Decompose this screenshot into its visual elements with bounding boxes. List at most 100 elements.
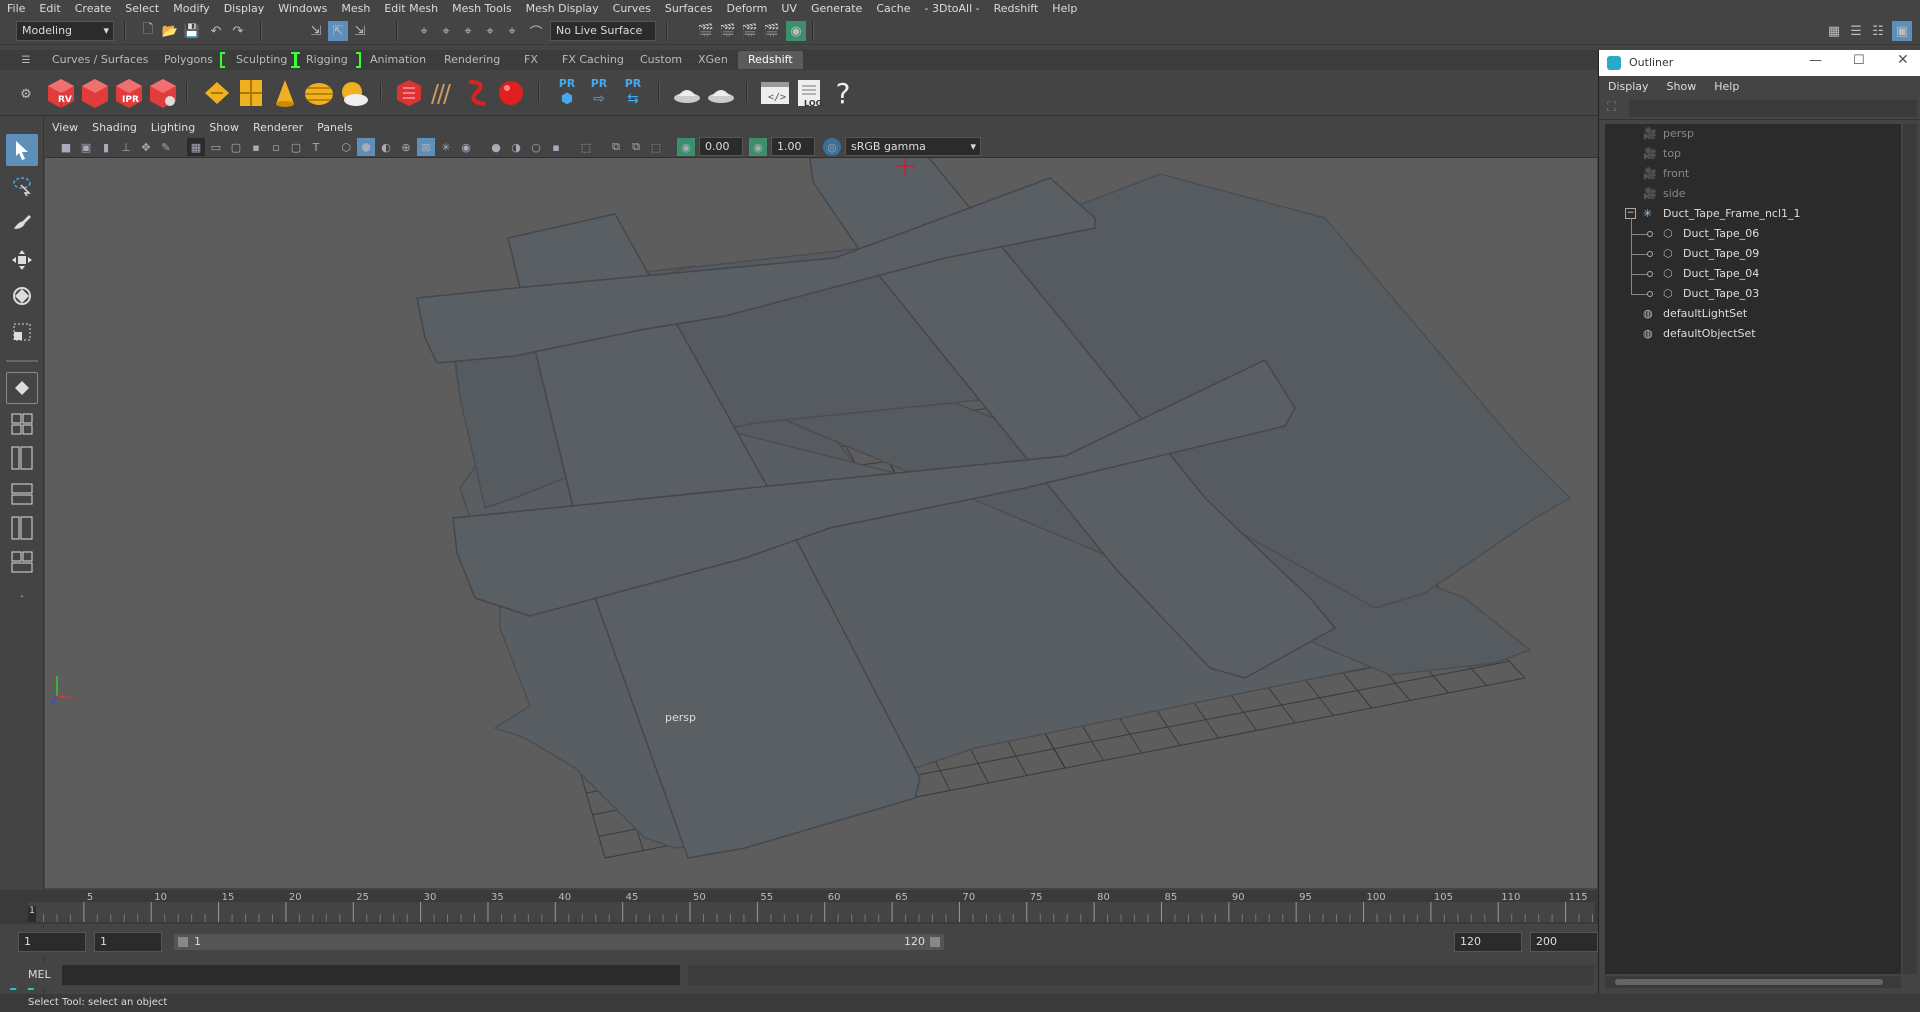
outliner-item[interactable]: − ✳ Duct_Tape_Frame_ncl1_1 [1605, 204, 1901, 224]
persp-node-layout-icon[interactable] [6, 514, 38, 542]
outliner-item[interactable]: 🎥 top [1605, 144, 1901, 164]
wireframe-on-shaded-icon[interactable]: ⊕ [397, 138, 415, 156]
single-perspective-layout-icon[interactable] [6, 372, 38, 404]
dome-light-icon[interactable] [302, 75, 336, 111]
render-current-frame-icon[interactable]: 🎬 [696, 21, 716, 41]
shelf-tab-rendering[interactable]: Rendering [434, 51, 510, 69]
outliner-menu-help[interactable]: Help [1705, 80, 1748, 93]
render-view-cube-icon[interactable]: RV [44, 75, 78, 111]
snap-vertex-icon[interactable]: ⌒ [526, 21, 546, 41]
shelf-settings-icon[interactable]: ⚙ [16, 84, 36, 104]
current-frame-marker[interactable]: 1 [28, 906, 36, 922]
viewport-menu-renderer[interactable]: Renderer [246, 121, 310, 134]
outliner-horizontal-scrollbar[interactable] [1605, 976, 1901, 988]
snap-grid-icon[interactable]: ⌖ [414, 21, 434, 41]
gamma-icon[interactable]: ◉ [749, 138, 767, 156]
viewport-menu-view[interactable]: View [45, 121, 85, 134]
safe-action-icon[interactable]: ▢ [287, 138, 305, 156]
menu-deform[interactable]: Deform [719, 0, 774, 17]
close-icon[interactable]: ✕ [1897, 52, 1909, 68]
menu-3dtoall[interactable]: - 3DtoAll - [918, 0, 987, 17]
motion-blur-icon[interactable]: ◑ [507, 138, 525, 156]
render-settings-cube-icon[interactable] [146, 75, 180, 111]
smooth-shade-icon[interactable]: ⬢ [357, 138, 375, 156]
outliner-item[interactable]: ⬡ Duct_Tape_06 [1605, 224, 1901, 244]
outliner-item[interactable]: ⬡ Duct_Tape_03 [1605, 284, 1901, 304]
workspace-icon[interactable]: ▦ [1824, 21, 1844, 41]
scroll-thumb[interactable] [1615, 979, 1883, 985]
start-time-field[interactable]: 1 [18, 932, 86, 952]
gate-mask-icon[interactable]: ▪ [247, 138, 265, 156]
menu-cache[interactable]: Cache [869, 0, 917, 17]
paint-select-tool-icon[interactable] [6, 206, 38, 238]
lasso-tool-icon[interactable] [6, 170, 38, 202]
save-scene-icon[interactable]: 💾 [182, 21, 202, 41]
shelf-tab-custom[interactable]: Custom [630, 51, 692, 69]
film-gate-icon[interactable]: ▭ [207, 138, 225, 156]
ipr-render-icon[interactable]: 🎬 [718, 21, 738, 41]
hair-icon[interactable] [460, 75, 494, 111]
bake-set-icon[interactable] [704, 75, 738, 111]
shelf-tab-xgen[interactable]: XGen [688, 51, 738, 69]
new-scene-icon[interactable]: 🗋 [138, 21, 158, 41]
toggle-channel-box-icon[interactable]: ☷ [1868, 21, 1888, 41]
open-scene-icon[interactable]: 📂 [160, 21, 180, 41]
menu-file[interactable]: File [0, 0, 32, 17]
safe-title-icon[interactable]: T [307, 138, 325, 156]
outliner-search-input[interactable] [1629, 100, 1917, 117]
persp-graph-layout-icon[interactable] [6, 480, 38, 508]
wireframe-icon[interactable]: ⬡ [337, 138, 355, 156]
viewport-menu-show[interactable]: Show [202, 121, 246, 134]
menu-generate[interactable]: Generate [804, 0, 869, 17]
material-ball-icon[interactable] [494, 75, 528, 111]
resolution-gate-icon[interactable]: ▢ [227, 138, 245, 156]
menu-mesh-tools[interactable]: Mesh Tools [445, 0, 519, 17]
viewport-menu-shading[interactable]: Shading [85, 121, 144, 134]
two-d-pan-zoom-icon[interactable]: ✥ [137, 138, 155, 156]
isolate-select-icon[interactable]: ⬚ [577, 138, 595, 156]
viewport-menu-lighting[interactable]: Lighting [144, 121, 202, 134]
command-input[interactable] [62, 965, 680, 985]
visibility-dot-icon[interactable] [1647, 271, 1653, 277]
pr-export-icon[interactable]: PR ⇨ [582, 75, 616, 111]
use-all-lights-icon[interactable]: ✳ [437, 138, 455, 156]
menu-redshift[interactable]: Redshift [987, 0, 1046, 17]
grease-pencil-icon[interactable]: ✎ [157, 138, 175, 156]
filter-icon[interactable]: ⛶ [1607, 100, 1616, 115]
shelf-tab-sculpting[interactable]: Sculpting [226, 51, 297, 69]
menu-edit[interactable]: Edit [32, 0, 67, 17]
outliner-item[interactable]: 🎥 side [1605, 184, 1901, 204]
move-tool-icon[interactable] [6, 244, 38, 276]
bookmarks-icon[interactable]: ▮ [97, 138, 115, 156]
menu-set-dropdown[interactable]: Modeling ▾ [16, 21, 114, 41]
shelf-tab-curves-surfaces[interactable]: Curves / Surfaces [42, 51, 159, 69]
range-start-handle[interactable] [178, 937, 188, 947]
gamma-field[interactable]: 1.00 [771, 137, 815, 156]
toggle-outliner-icon[interactable]: ▣ [1892, 21, 1912, 41]
select-object-icon[interactable]: ⇱ [328, 21, 348, 41]
shelf-tab-fx[interactable]: FX [514, 51, 548, 69]
shelf-tab-redshift[interactable]: Redshift [738, 51, 803, 69]
shelf-tab-fx-caching[interactable]: FX Caching [552, 51, 634, 69]
menu-windows[interactable]: Windows [271, 0, 334, 17]
menu-curves[interactable]: Curves [606, 0, 658, 17]
outliner-item[interactable]: 🎥 persp [1605, 124, 1901, 144]
ipr-cube-icon[interactable]: IPR [112, 75, 146, 111]
snap-point-icon[interactable]: ⌖ [458, 21, 478, 41]
visibility-dot-icon[interactable] [1647, 291, 1653, 297]
render-region-cube-icon[interactable] [78, 75, 112, 111]
menu-uv[interactable]: UV [774, 0, 804, 17]
render-settings-icon[interactable]: 🎬 [740, 21, 760, 41]
xray-components-icon[interactable]: ⬚ [647, 138, 665, 156]
menu-modify[interactable]: Modify [166, 0, 216, 17]
spot-light-icon[interactable] [268, 75, 302, 111]
field-chart-icon[interactable]: ▫ [267, 138, 285, 156]
shelf-tab-animation[interactable]: Animation [360, 51, 436, 69]
minimize-icon[interactable]: — [1809, 53, 1822, 68]
outliner-vertical-scrollbar[interactable] [1903, 124, 1917, 974]
log-icon[interactable]: LOG [792, 75, 826, 111]
viewport-menu-panels[interactable]: Panels [310, 121, 359, 134]
outliner-item[interactable]: ◍ defaultLightSet [1605, 304, 1901, 324]
outliner-menu-show[interactable]: Show [1658, 80, 1706, 93]
grid-toggle-icon[interactable]: ▦ [187, 138, 205, 156]
